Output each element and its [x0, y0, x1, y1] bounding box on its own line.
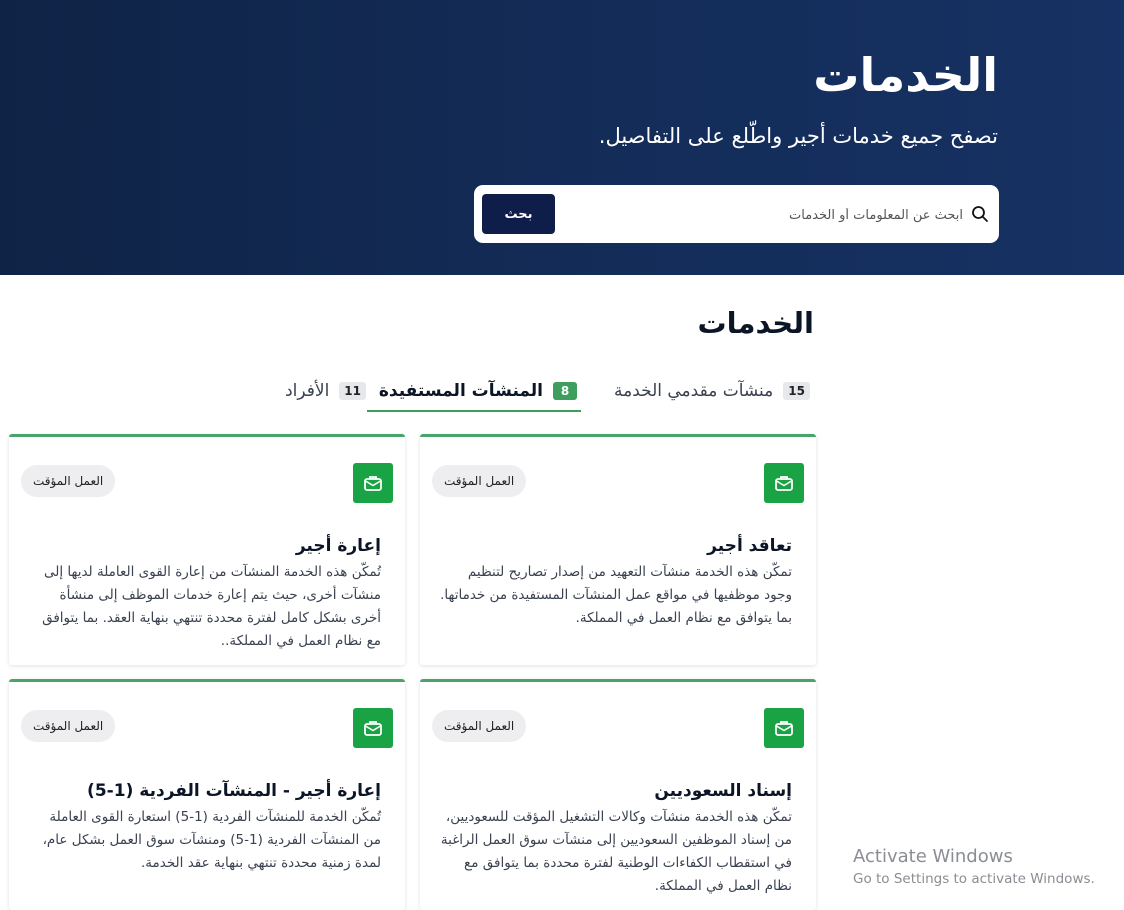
category-tag: العمل المؤقت: [21, 465, 116, 497]
card-title: إعارة أجير: [295, 536, 381, 556]
tab-service-provider-facilities[interactable]: منشآت مقدمي الخدمة 15: [614, 372, 810, 410]
card-title: إعارة أجير - المنشآت الفردية (1-5): [87, 781, 381, 801]
card-title: إسناد السعوديين: [654, 781, 792, 801]
tab-beneficiary-facilities[interactable]: المنشآت المستفيدة 8: [366, 372, 581, 412]
card-description: تُمكّن هذه الخدمة المنشآت من إعارة القوى…: [42, 564, 381, 649]
card-description: تمكّن هذه الخدمة منشآت التعهيد من إصدار …: [440, 564, 792, 626]
category-tag: العمل المؤقت: [432, 465, 527, 497]
tab-label: منشآت مقدمي الخدمة: [613, 381, 774, 401]
service-card[interactable]: العمل المؤقت إعارة أجير - المنشآت الفردي…: [9, 679, 405, 910]
service-card[interactable]: العمل المؤقت إسناد السعوديين تمكّن هذه ا…: [420, 679, 816, 910]
tab-count-badge: 8: [553, 382, 577, 400]
card-title: تعاقد أجير: [707, 536, 792, 556]
watermark-title: Activate Windows: [853, 846, 1013, 867]
hero-banner: الخدمات تصفح جميع خدمات أجير واطّلع على …: [0, 0, 1124, 275]
envelope-icon: [353, 708, 393, 748]
tab-count-badge: 15: [783, 382, 810, 400]
service-tabs: منشآت مقدمي الخدمة 15 المنشآت المستفيدة …: [0, 372, 1124, 412]
envelope-icon: [764, 463, 804, 503]
card-description: تُمكّن الخدمة للمنشآت الفردية (1-5) استع…: [42, 809, 381, 871]
activate-windows-watermark: Activate Windows Go to Settings to activ…: [853, 846, 1095, 887]
category-tag: العمل المؤقت: [21, 710, 116, 742]
search-icon: [972, 206, 988, 222]
category-tag: العمل المؤقت: [432, 710, 527, 742]
tab-count-badge: 11: [339, 382, 366, 400]
hero-subtitle: تصفح جميع خدمات أجير واطّلع على التفاصيل…: [598, 124, 998, 148]
section-title: الخدمات: [697, 306, 814, 340]
tab-label: المنشآت المستفيدة: [378, 381, 543, 401]
search-button[interactable]: بحث: [482, 194, 555, 234]
envelope-icon: [764, 708, 804, 748]
tab-label: الأفراد: [285, 381, 330, 401]
hero-title: الخدمات: [813, 48, 998, 102]
tab-individuals[interactable]: الأفراد 11: [285, 372, 366, 410]
service-card[interactable]: العمل المؤقت تعاقد أجير تمكّن هذه الخدمة…: [420, 434, 816, 665]
watermark-subtitle: Go to Settings to activate Windows.: [853, 871, 1095, 887]
envelope-icon: [353, 463, 393, 503]
card-description: تمكّن هذه الخدمة منشآت وكالات التشغيل ال…: [440, 809, 792, 894]
search-bar: بحث: [474, 185, 999, 243]
service-card[interactable]: العمل المؤقت إعارة أجير تُمكّن هذه الخدم…: [9, 434, 405, 665]
search-input[interactable]: [601, 199, 965, 231]
